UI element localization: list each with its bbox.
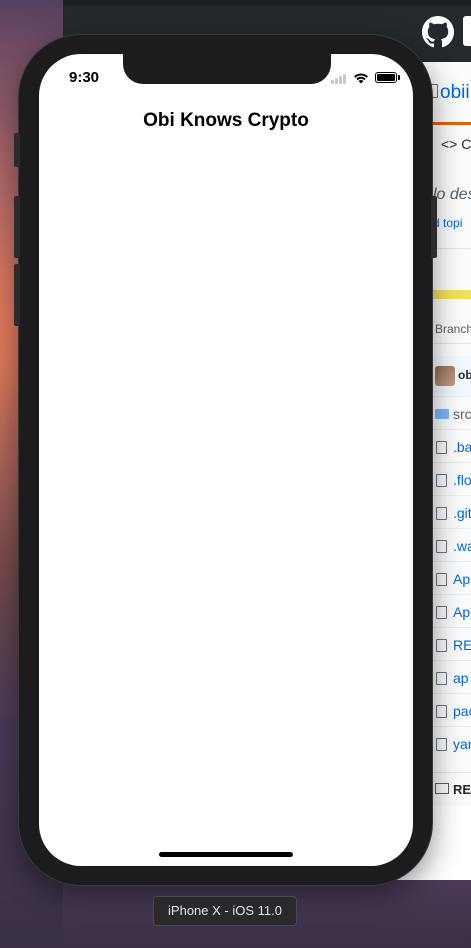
volume-down-button xyxy=(14,264,20,326)
file-name[interactable]: RE xyxy=(453,637,471,653)
file-row[interactable]: Ap xyxy=(431,561,471,594)
tab-code-label: Co xyxy=(461,136,471,152)
mute-switch xyxy=(14,133,20,167)
file-icon xyxy=(436,441,447,454)
file-name[interactable]: .flo xyxy=(453,472,471,488)
file-row[interactable]: .flo xyxy=(431,462,471,495)
status-icons xyxy=(331,72,401,84)
file-icon xyxy=(436,507,447,520)
file-row[interactable]: .git xyxy=(431,495,471,528)
file-icon xyxy=(436,606,447,619)
file-name[interactable]: ap xyxy=(453,670,469,686)
file-icon xyxy=(436,573,447,586)
battery-tip xyxy=(398,75,400,80)
file-row[interactable]: Ap xyxy=(431,594,471,627)
notch xyxy=(123,54,331,84)
file-row[interactable]: ap xyxy=(431,660,471,693)
file-row[interactable]: pac xyxy=(431,693,471,726)
browser-toolbar-strip xyxy=(63,0,471,6)
readme-header: RE xyxy=(431,772,471,806)
file-name[interactable]: pac xyxy=(453,703,471,719)
github-icon[interactable] xyxy=(422,16,454,48)
repo-title-link[interactable]: obii xyxy=(440,82,470,104)
power-button xyxy=(431,196,437,258)
file-icon xyxy=(436,540,447,553)
file-icon xyxy=(436,474,447,487)
file-name[interactable]: .ba xyxy=(453,439,471,455)
language-bar[interactable] xyxy=(431,290,471,299)
file-name[interactable]: src xyxy=(453,406,471,422)
folder-icon xyxy=(435,409,449,419)
commit-author[interactable]: ob xyxy=(458,368,471,382)
file-icon xyxy=(436,738,447,751)
file-icon xyxy=(436,705,447,718)
code-icon: <> xyxy=(441,136,458,152)
search-field[interactable] xyxy=(463,16,471,46)
file-name[interactable]: .git xyxy=(453,505,471,521)
battery-level xyxy=(377,74,395,81)
file-row[interactable]: RE xyxy=(431,627,471,660)
nav-title: Obi Knows Crypto xyxy=(143,110,309,131)
home-indicator[interactable] xyxy=(159,852,293,857)
file-name[interactable]: .wa xyxy=(453,538,471,554)
status-time: 9:30 xyxy=(69,69,100,86)
file-row[interactable]: .ba xyxy=(431,429,471,462)
simulator-device-label: iPhone X - iOS 11.0 xyxy=(153,896,297,926)
add-topics-link[interactable]: d topi xyxy=(433,216,462,230)
wifi-icon xyxy=(354,73,368,84)
avatar[interactable] xyxy=(435,366,455,386)
branch-selector[interactable]: Branch xyxy=(435,322,471,336)
repo-description: lo des xyxy=(433,186,471,203)
volume-up-button xyxy=(14,196,20,258)
file-row[interactable]: yar xyxy=(431,726,471,759)
battery-icon xyxy=(375,72,397,83)
tab-code[interactable]: <> Co xyxy=(441,136,471,152)
file-name[interactable]: yar xyxy=(453,736,471,752)
file-row[interactable]: src xyxy=(431,396,471,429)
divider xyxy=(431,248,471,249)
file-name[interactable]: Ap xyxy=(453,604,470,620)
file-name[interactable]: Ap xyxy=(453,571,470,587)
device-screen[interactable]: 9:30 Obi Knows Crypto xyxy=(39,54,413,866)
file-icon xyxy=(436,672,447,685)
book-icon xyxy=(435,783,449,794)
file-row[interactable]: .wa xyxy=(431,528,471,561)
readme-title: RE xyxy=(453,782,471,797)
file-icon xyxy=(436,639,447,652)
active-tab-indicator xyxy=(431,122,471,125)
divider xyxy=(431,343,471,344)
